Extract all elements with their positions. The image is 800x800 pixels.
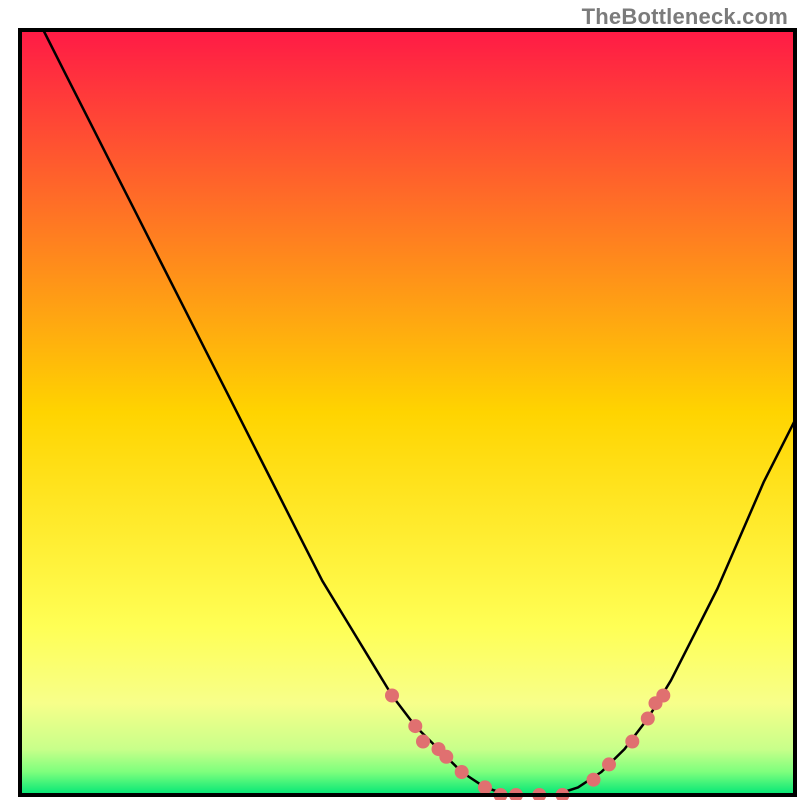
bottleneck-curve-chart [0, 0, 800, 800]
marker-dot [641, 712, 655, 726]
chart-background [20, 30, 795, 795]
marker-dot [439, 750, 453, 764]
marker-dot [478, 780, 492, 794]
marker-dot [408, 719, 422, 733]
marker-dot [587, 773, 601, 787]
marker-dot [602, 757, 616, 771]
marker-dot [656, 689, 670, 703]
marker-dot [625, 735, 639, 749]
marker-dot [385, 689, 399, 703]
marker-dot [455, 765, 469, 779]
marker-dot [416, 735, 430, 749]
chart-container: TheBottleneck.com [0, 0, 800, 800]
